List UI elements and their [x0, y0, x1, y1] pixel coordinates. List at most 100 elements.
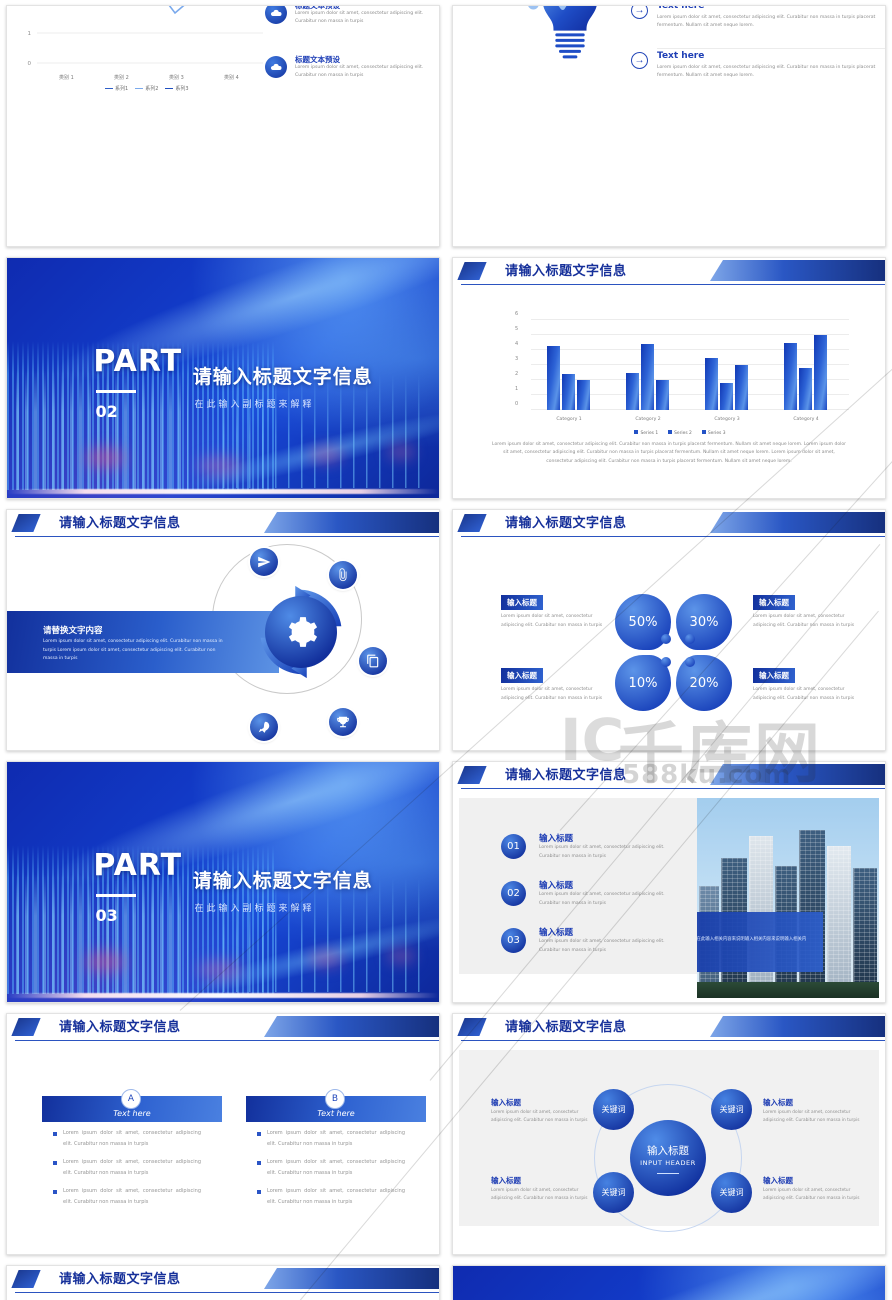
- slide-header: 请输入标题文字信息: [7, 510, 439, 538]
- svg-text:2: 2: [28, 5, 32, 7]
- cycle-node-paperclip[interactable]: [329, 561, 357, 589]
- list-item-body: Lorem ipsum dolor sit amet, consectetur …: [657, 15, 876, 29]
- hub-keyword[interactable]: 关键词: [711, 1089, 752, 1130]
- cycle-node-paper-plane[interactable]: [250, 548, 278, 576]
- bar: [547, 346, 560, 410]
- line-chart-legend-2: 系列3: [165, 85, 189, 92]
- compare-header-label: Text here: [113, 1109, 151, 1118]
- grid-cell-12: PART 04 请输入标题文字信息 在此输入副标题来解释: [446, 1260, 892, 1300]
- page-title: 请输入标题文字信息: [505, 768, 627, 783]
- bar: [705, 357, 718, 410]
- bar: [735, 365, 748, 410]
- bullet: Lorem ipsum dolor sit amet, consectetur …: [267, 1159, 405, 1176]
- list-item-body: Lorem ipsum dolor sit amet, consectetur …: [295, 11, 424, 25]
- header-rule: [15, 1040, 439, 1042]
- list-item-body: Lorem ipsum dolor sit amet, consectetur …: [657, 65, 876, 79]
- svg-text:0: 0: [28, 61, 32, 67]
- cycle-text-band: 请替换文字内容 Lorem ipsum dolor sit amet, cons…: [7, 611, 279, 673]
- rocket-icon: [258, 721, 270, 733]
- photo-card-body: 输入相关内容来说明在此输入相关内容来说明输入相关内容来说明输入相关内容来说明: [697, 937, 807, 942]
- page-title: 请输入标题文字信息: [505, 1020, 627, 1035]
- arrow-right-circle-icon: →: [631, 6, 648, 19]
- grid-cell-1: 3 2 1 0 类别 1 类别 2 类别 3 类别 4: [0, 0, 446, 252]
- list-item-title: 输入标题: [539, 928, 574, 938]
- slide-lightbulb[interactable]: → Text here Lorem ipsum dolor sit amet, …: [452, 5, 886, 247]
- bar: [656, 380, 669, 410]
- bar-chart-ytick-4: 4: [515, 341, 519, 347]
- hub-item-title: 输入标题: [763, 1098, 793, 1107]
- item-body: Lorem ipsum dolor sit amet, consectetur …: [753, 614, 855, 628]
- bar-chart-ytick-1: 1: [515, 386, 519, 392]
- hub-item-title: 输入标题: [763, 1176, 793, 1185]
- bullet: Lorem ipsum dolor sit amet, consectetur …: [267, 1188, 405, 1205]
- bullet: Lorem ipsum dolor sit amet, consectetur …: [63, 1188, 201, 1205]
- slide-percent-blobs[interactable]: 请输入标题文字信息 50% 30% 10% 20% 输入标题 Lorem ips…: [452, 509, 886, 751]
- cover-subtitle: 在此输入副标题来解释: [194, 400, 315, 411]
- bar: [577, 380, 590, 410]
- grid-cell-6: 请输入标题文字信息 50% 30% 10% 20% 输入标题 Lorem ips…: [446, 504, 892, 756]
- hub-keyword[interactable]: 关键词: [593, 1172, 634, 1213]
- bar: [720, 383, 733, 410]
- slide-part-03[interactable]: PART 03 请输入标题文字信息 在此输入副标题来解释: [6, 761, 440, 1003]
- bar: [784, 342, 797, 410]
- grid-cell-9: 请输入标题文字信息 Text here A Lorem ipsum dolor …: [0, 1008, 446, 1260]
- line-chart-xtick-1: 类别 2: [114, 75, 129, 81]
- hub-center-divider: [657, 1172, 679, 1174]
- cycle-node-copy[interactable]: [359, 647, 387, 675]
- item-body: Lorem ipsum dolor sit amet, consectetur …: [501, 687, 603, 701]
- item-tag: 输入标题: [501, 668, 543, 683]
- connector-dot: [661, 634, 671, 644]
- photo-caption-card: 输入标题 输入相关内容来说明在此输入相关内容来说明输入相关内容来说明输入相关内容…: [697, 912, 823, 972]
- item-tag: 输入标题: [753, 668, 795, 683]
- list-number: 03: [501, 928, 526, 953]
- hub-keyword[interactable]: 关键词: [593, 1089, 634, 1130]
- part-divider: [95, 390, 136, 393]
- bar-chart-xtick-3: Category 4: [793, 417, 819, 422]
- slide-gear-cycle[interactable]: 请输入标题文字信息 请替换文字内容 Lorem ipsum dolor sit …: [6, 509, 440, 751]
- header-band: [710, 1016, 885, 1037]
- slide-part-02[interactable]: PART 02 请输入标题文字信息 在此输入副标题来解释: [6, 257, 440, 499]
- hub-item-body: Lorem ipsum dolor sit amet, consectetur …: [491, 1188, 588, 1202]
- slide-icon-tiles[interactable]: 请输入标题文字信息: [6, 1265, 440, 1300]
- part-divider: [95, 894, 136, 897]
- cycle-node-trophy[interactable]: [329, 708, 357, 736]
- list-item-body: Lorem ipsum dolor sit amet, consectetur …: [295, 65, 424, 79]
- hub-keyword[interactable]: 关键词: [711, 1172, 752, 1213]
- slide-part-04[interactable]: PART 04 请输入标题文字信息 在此输入副标题来解释: [452, 1265, 886, 1300]
- bar: [641, 344, 654, 410]
- bar-chart-xtick-1: Category 2: [635, 417, 661, 422]
- slide-bar-chart[interactable]: 请输入标题文字信息 0 1 2 3 4 5 6 Category 1 Categ…: [452, 257, 886, 499]
- part-number: 03: [95, 906, 118, 925]
- grid-cell-4: 请输入标题文字信息 0 1 2 3 4 5 6 Category 1 Categ…: [446, 252, 892, 504]
- item-tag: 输入标题: [753, 595, 795, 610]
- thumbnail-grid-page: 3 2 1 0 类别 1 类别 2 类别 3 类别 4: [0, 0, 892, 1300]
- list-item-title: 输入标题: [539, 834, 574, 844]
- grid-cell-8: 请输入标题文字信息 01 输入标题 Lorem ipsum dolor sit …: [446, 756, 892, 1008]
- cloud-icon: [265, 56, 287, 78]
- header-rule: [15, 1292, 439, 1294]
- item-tag: 输入标题: [501, 595, 543, 610]
- photo: 输入标题 输入相关内容来说明在此输入相关内容来说明输入相关内容来说明输入相关内容…: [697, 798, 879, 998]
- item-body: Lorem ipsum dolor sit amet, consectetur …: [501, 614, 603, 628]
- list-item-title: 输入标题: [539, 881, 574, 891]
- page-title: 请输入标题文字信息: [59, 1272, 181, 1287]
- compare-header-label: Text here: [317, 1109, 355, 1118]
- grid-cell-11: 请输入标题文字信息: [0, 1260, 446, 1300]
- bullet: Lorem ipsum dolor sit amet, consectetur …: [63, 1130, 201, 1147]
- hub-item-body: Lorem ipsum dolor sit amet, consectetur …: [491, 1110, 588, 1124]
- slide-line-chart[interactable]: 3 2 1 0 类别 1 类别 2 类别 3 类别 4: [6, 5, 440, 247]
- slide-hub-keywords[interactable]: 请输入标题文字信息 输入标题 INPUT HEADER 关键词 关键词 关键词 …: [452, 1013, 886, 1255]
- header-accent-shape: [457, 766, 487, 784]
- percent-blob: 30%: [676, 594, 732, 650]
- slide-ab-compare[interactable]: 请输入标题文字信息 Text here A Lorem ipsum dolor …: [6, 1013, 440, 1255]
- legend-entry: Series 3: [701, 430, 726, 436]
- list-number: 02: [501, 881, 526, 906]
- page-title: 请输入标题文字信息: [59, 1020, 181, 1035]
- slide-numbered-photo[interactable]: 请输入标题文字信息 01 输入标题 Lorem ipsum dolor sit …: [452, 761, 886, 1003]
- header-accent-shape: [11, 514, 41, 532]
- cover-title: 请输入标题文字信息: [192, 870, 373, 893]
- slide-header: 请输入标题文字信息: [453, 258, 885, 286]
- slide-header: 请输入标题文字信息: [7, 1266, 439, 1294]
- legend-entry: Series 1: [634, 430, 658, 436]
- cycle-node-rocket[interactable]: [250, 713, 278, 741]
